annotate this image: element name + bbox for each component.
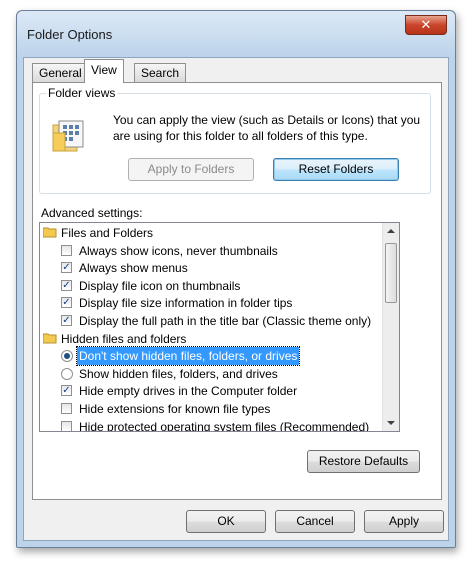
dialog-body: General View Search Folder views You can…	[23, 57, 449, 541]
list-item-label: Files and Folders	[61, 226, 154, 240]
checkbox[interactable]: ✓	[61, 279, 72, 291]
checkbox[interactable]	[61, 403, 72, 414]
tab-view[interactable]: View	[84, 59, 124, 83]
folder-icon	[43, 333, 57, 344]
list-item-label: Display file icon on thumbnails	[79, 278, 241, 293]
checkbox[interactable]: ✓	[61, 297, 72, 309]
advanced-settings-list[interactable]: Files and Folders Always show icons, neve…	[39, 222, 400, 432]
list-item-label: Hide extensions for known file types	[79, 402, 271, 416]
reset-folders-button[interactable]: Reset Folders	[273, 158, 399, 181]
checkbox[interactable]: ✓	[61, 385, 72, 397]
checkbox[interactable]: ✓	[61, 262, 72, 274]
folder-views-description: You can apply the view (such as Details …	[113, 113, 421, 143]
list-item-label: Hide empty drives in the Computer folder	[79, 384, 298, 399]
tab-general[interactable]: General	[32, 63, 89, 82]
checkbox[interactable]: ✓	[61, 315, 72, 326]
close-icon: ✕	[420, 17, 432, 32]
scrollbar-thumb[interactable]	[385, 243, 397, 303]
list-item-label: Show hidden files, folders, and drives	[79, 366, 278, 381]
apply-to-folders-button[interactable]: Apply to Folders	[128, 158, 254, 181]
folder-icon	[43, 227, 57, 238]
checkbox[interactable]	[61, 244, 72, 256]
folder-view-icon	[52, 120, 84, 152]
vertical-scrollbar[interactable]	[382, 223, 399, 431]
title-bar[interactable]: Folder Options ✕	[17, 11, 455, 57]
list-item-label: Always show menus	[79, 261, 188, 276]
window-title: Folder Options	[27, 27, 113, 42]
list-item-label: Hide protected operating system files (R…	[79, 419, 370, 432]
list-item-label: Hidden files and folders	[61, 331, 187, 346]
ok-button[interactable]: OK	[186, 510, 266, 533]
folder-options-window: Folder Options ✕ General View Search Fol…	[16, 10, 456, 548]
radio-button[interactable]	[61, 367, 73, 380]
folder-views-group: Folder views You can apply the view (suc…	[39, 86, 431, 194]
checkbox[interactable]	[61, 420, 72, 431]
advanced-settings-label: Advanced settings:	[41, 206, 143, 220]
cancel-button[interactable]: Cancel	[275, 510, 355, 533]
list-item-label: Display the full path in the title bar (…	[79, 314, 372, 328]
restore-defaults-button[interactable]: Restore Defaults	[307, 450, 420, 473]
apply-button[interactable]: Apply	[364, 510, 444, 533]
list-item-label: Always show icons, never thumbnails	[79, 243, 278, 258]
list-item-label: Don't show hidden files, folders, or dri…	[75, 346, 301, 367]
folder-views-label: Folder views	[46, 86, 118, 100]
view-tab-panel: Folder views You can apply the view (suc…	[32, 82, 442, 500]
radio-button[interactable]	[61, 350, 73, 363]
scroll-down-arrow-icon[interactable]	[387, 421, 395, 425]
tab-search[interactable]: Search	[134, 63, 187, 82]
close-button[interactable]: ✕	[405, 15, 447, 35]
list-item-label: Display file size information in folder …	[79, 296, 293, 311]
scroll-up-arrow-icon[interactable]	[387, 229, 395, 233]
